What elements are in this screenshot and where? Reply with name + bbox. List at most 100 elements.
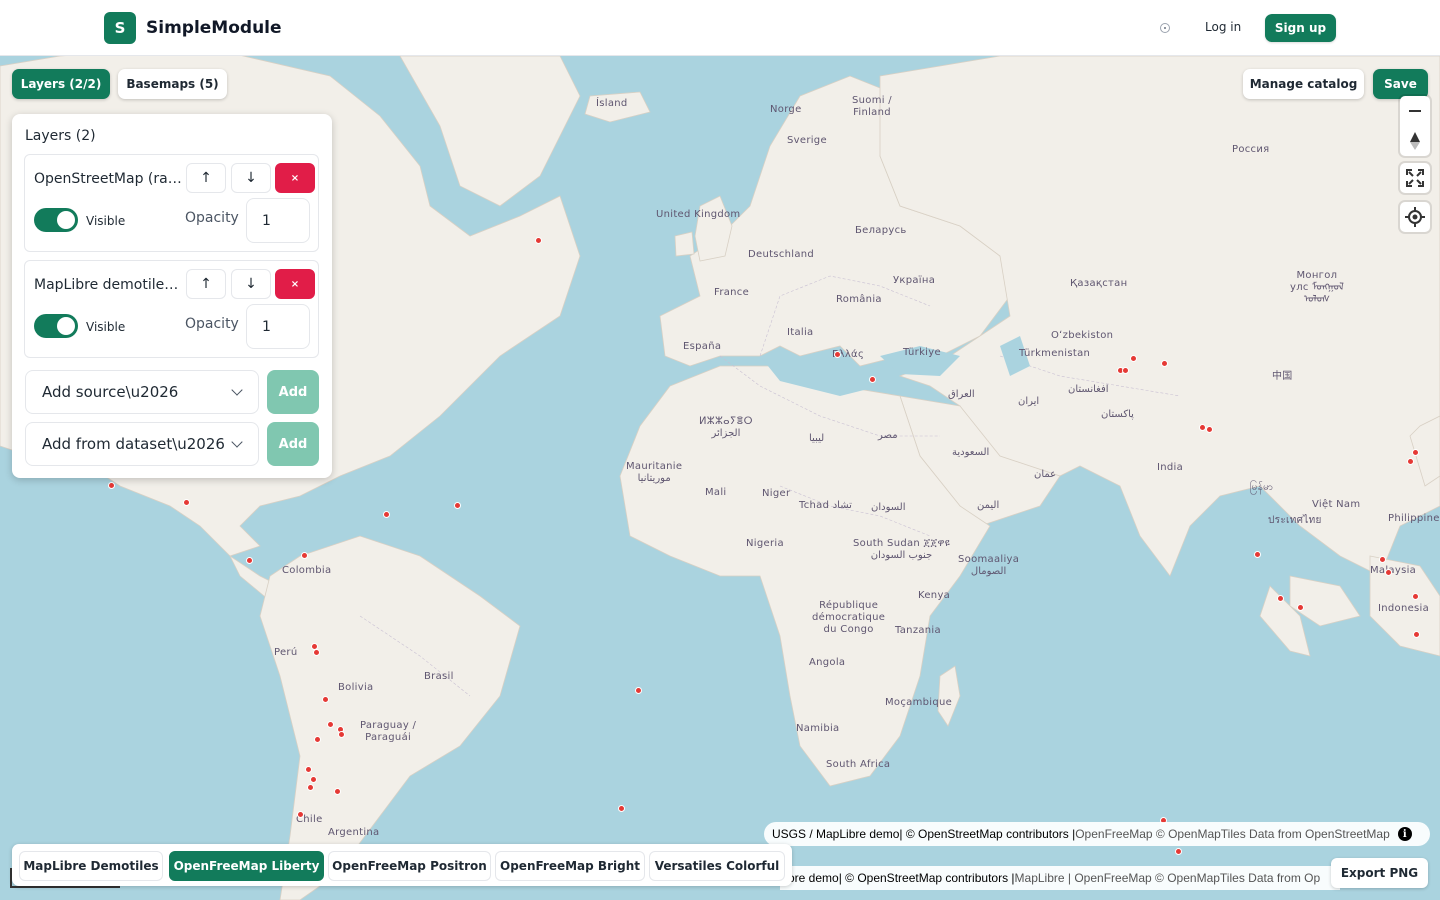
zoom-out-icon[interactable] [1409,110,1421,112]
login-link[interactable]: Log in [1205,20,1241,34]
map-marker[interactable] [454,502,461,509]
map-marker[interactable] [1412,593,1419,600]
map-label-country: Oʻzbekiston [1051,330,1114,341]
map-label-country: Tanzania [895,625,941,636]
map-marker[interactable] [1130,355,1137,362]
map-label-country: România [836,294,882,305]
map-marker[interactable] [1161,360,1168,367]
map-label-country: Malaysia [1370,565,1417,576]
basemap-option[interactable]: OpenFreeMap Positron [328,851,491,881]
map-marker[interactable] [322,696,329,703]
opacity-label: Opacity [185,210,239,226]
map-marker[interactable] [1407,458,1414,465]
move-layer-down-button[interactable]: ↓ [231,269,271,299]
save-button[interactable]: Save [1373,69,1428,99]
move-layer-up-button[interactable]: ↑ [186,269,226,299]
map-marker[interactable] [535,237,542,244]
geolocate-button[interactable] [1400,202,1430,232]
map-marker[interactable] [1413,631,1420,638]
attribution-sep: | © OpenStreetMap contributors | [899,827,1076,841]
add-source-select[interactable]: Add source\u2026 [25,370,259,414]
map-marker[interactable] [834,351,841,358]
map-marker[interactable] [618,805,625,812]
move-layer-up-button[interactable]: ↑ [186,163,226,193]
arrow-up-icon: ↑ [200,170,212,186]
map-marker[interactable] [327,721,334,728]
map-marker[interactable] [310,776,317,783]
add-dataset-button[interactable]: Add [267,422,319,466]
map-label-country: Niger [762,488,791,499]
map-marker[interactable] [1175,848,1182,855]
arrow-up-icon: ↑ [200,276,212,292]
map-marker[interactable] [301,552,308,559]
map-marker[interactable] [108,482,115,489]
map-marker[interactable] [246,557,253,564]
chevron-down-icon [231,436,243,448]
basemap-option[interactable]: MapLibre Demotiles [19,851,163,881]
layer-name: OpenStreetMap (raster) [34,171,184,187]
map-marker[interactable] [305,766,312,773]
map-marker[interactable] [338,731,345,738]
attribution-source[interactable]: ore demo [788,871,839,885]
map-marker[interactable] [1206,426,1213,433]
map-attribution-secondary: ore demo | © OpenStreetMap contributors … [780,866,1340,890]
map-label-country: Tchad تشاد [799,500,852,511]
add-dataset-select[interactable]: Add from dataset\u2026 [25,422,259,466]
opacity-input[interactable]: 1 [246,198,310,243]
basemaps-tab[interactable]: Basemaps (5) [118,69,227,99]
map-label-country: Indonesia [1378,603,1430,614]
map-label-country: Argentina [328,827,380,838]
compass-icon[interactable] [1410,132,1420,142]
map-marker[interactable] [1199,424,1206,431]
export-png-button[interactable]: Export PNG [1331,858,1428,888]
remove-layer-button[interactable]: × [275,269,315,299]
map-marker[interactable] [1122,367,1129,374]
move-layer-down-button[interactable]: ↓ [231,163,271,193]
signup-button[interactable]: Sign up [1265,14,1336,42]
layers-tab[interactable]: Layers (2/2) [12,69,110,99]
map-label-country: India [1157,462,1184,473]
map-marker[interactable] [1277,595,1284,602]
map-marker[interactable] [1385,569,1392,576]
add-source-button[interactable]: Add [267,370,319,414]
basemap-option-active[interactable]: OpenFreeMap Liberty [169,851,324,881]
map-marker[interactable] [183,499,190,506]
remove-layer-button[interactable]: × [275,163,315,193]
map-marker[interactable] [313,649,320,656]
compass-south-icon [1410,142,1420,150]
opacity-input[interactable]: 1 [246,304,310,349]
attribution-source[interactable]: USGS / MapLibre demo [772,827,899,841]
map-label-country: ประเทศไทย [1268,515,1322,526]
brand[interactable]: S SimpleModule [104,12,282,44]
map-marker[interactable] [383,511,390,518]
map-label-country: Brasil [424,671,454,682]
map-label-country: South Africa [826,759,891,770]
map-marker[interactable] [314,736,321,743]
visible-label: Visible [86,320,126,334]
map-label-country: Sverige [787,135,827,146]
fullscreen-button[interactable] [1400,163,1430,193]
map-marker[interactable] [334,788,341,795]
map-marker[interactable] [1379,556,1386,563]
navigation-control [1400,96,1430,156]
map-label-country: Россия [1232,144,1270,155]
map-attribution: USGS / MapLibre demo | © OpenStreetMap c… [764,822,1430,846]
map-label-country: مصر [878,430,898,441]
info-icon[interactable]: i [1397,827,1412,841]
basemap-option[interactable]: OpenFreeMap Bright [495,851,645,881]
map-marker[interactable] [635,687,642,694]
map-marker[interactable] [1254,551,1261,558]
map-marker[interactable] [1412,449,1419,456]
layer-card: MapLibre demotiles polygons ↑ ↓ × Visibl… [24,260,319,358]
basemap-option[interactable]: Versatiles Colorful [649,851,785,881]
layer-visible-toggle[interactable] [34,314,78,338]
layer-visible-toggle[interactable] [34,208,78,232]
attribution-openfreemap[interactable]: OpenFreeMap © OpenMapTiles Data from Ope… [1075,827,1390,841]
attribution-openfreemap[interactable]: MapLibre | OpenFreeMap © OpenMapTiles Da… [1015,871,1321,885]
theme-toggle-icon[interactable] [1160,23,1170,33]
manage-catalog-button[interactable]: Manage catalog [1243,69,1364,99]
map-marker[interactable] [869,376,876,383]
map-marker[interactable] [1297,604,1304,611]
map-marker[interactable] [297,811,304,818]
map-marker[interactable] [307,784,314,791]
